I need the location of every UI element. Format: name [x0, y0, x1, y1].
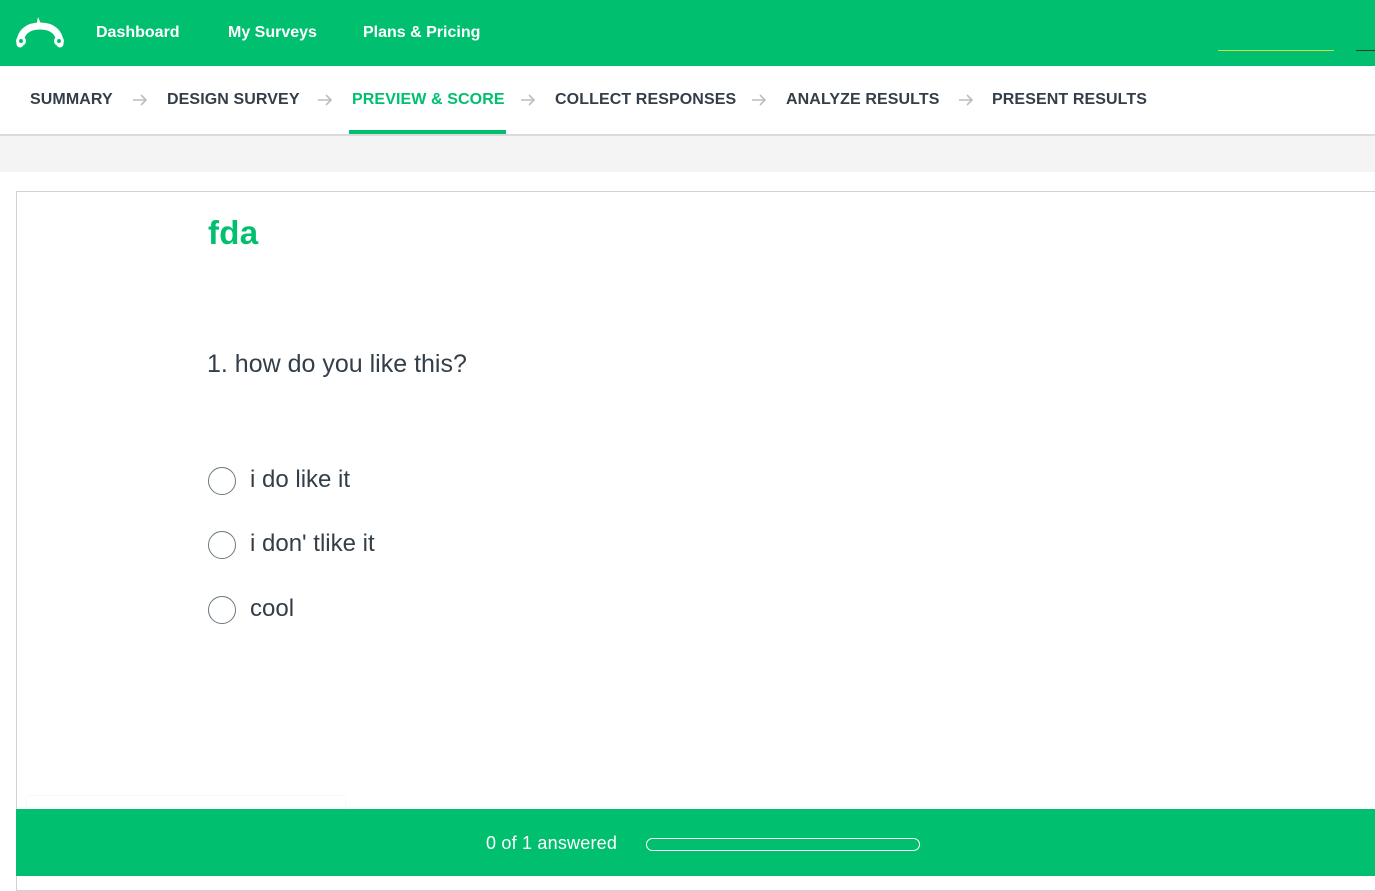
arrow-right-icon	[752, 94, 767, 106]
step-present-results[interactable]: PRESENT RESULTS	[992, 66, 1147, 134]
arrow-right-icon	[133, 94, 148, 106]
nav-my-surveys[interactable]: My Surveys	[228, 0, 317, 66]
radio-button[interactable]	[208, 467, 236, 495]
answer-option-label[interactable]: i do like it	[250, 466, 350, 494]
footer-right-panel	[1080, 796, 1375, 810]
step-collect-responses[interactable]: COLLECT RESPONSES	[555, 66, 736, 134]
arrow-right-icon	[521, 94, 536, 106]
step-analyze-results[interactable]: ANALYZE RESULTS	[786, 66, 940, 134]
radio-button[interactable]	[208, 596, 236, 624]
answer-option-label[interactable]: cool	[250, 595, 294, 623]
arrow-right-icon	[959, 94, 974, 106]
progress-answered-text: 0 of 1 answered	[486, 833, 618, 853]
preview-toolbar-band	[0, 136, 1375, 172]
nav-dashboard[interactable]: Dashboard	[96, 0, 180, 66]
top-navigation-bar: Dashboard My Surveys Plans & Pricing	[0, 0, 1375, 66]
step-preview-score[interactable]: PREVIEW & SCORE	[352, 66, 505, 134]
nav-plans-pricing[interactable]: Plans & Pricing	[363, 0, 480, 66]
account-menu-edge[interactable]	[1356, 50, 1375, 51]
step-design-survey[interactable]: DESIGN SURVEY	[167, 66, 300, 134]
surveymonkey-logo-icon[interactable]	[14, 14, 66, 50]
step-summary[interactable]: SUMMARY	[30, 66, 113, 134]
active-step-indicator	[349, 130, 506, 134]
question-text: 1. how do you like this?	[207, 350, 467, 378]
radio-button[interactable]	[208, 531, 236, 559]
answer-option-label[interactable]: i don' tlike it	[250, 530, 375, 558]
upgrade-link-underline	[1218, 50, 1334, 51]
progress-track	[646, 838, 920, 851]
survey-title: fda	[208, 214, 259, 251]
arrow-right-icon	[318, 94, 333, 106]
